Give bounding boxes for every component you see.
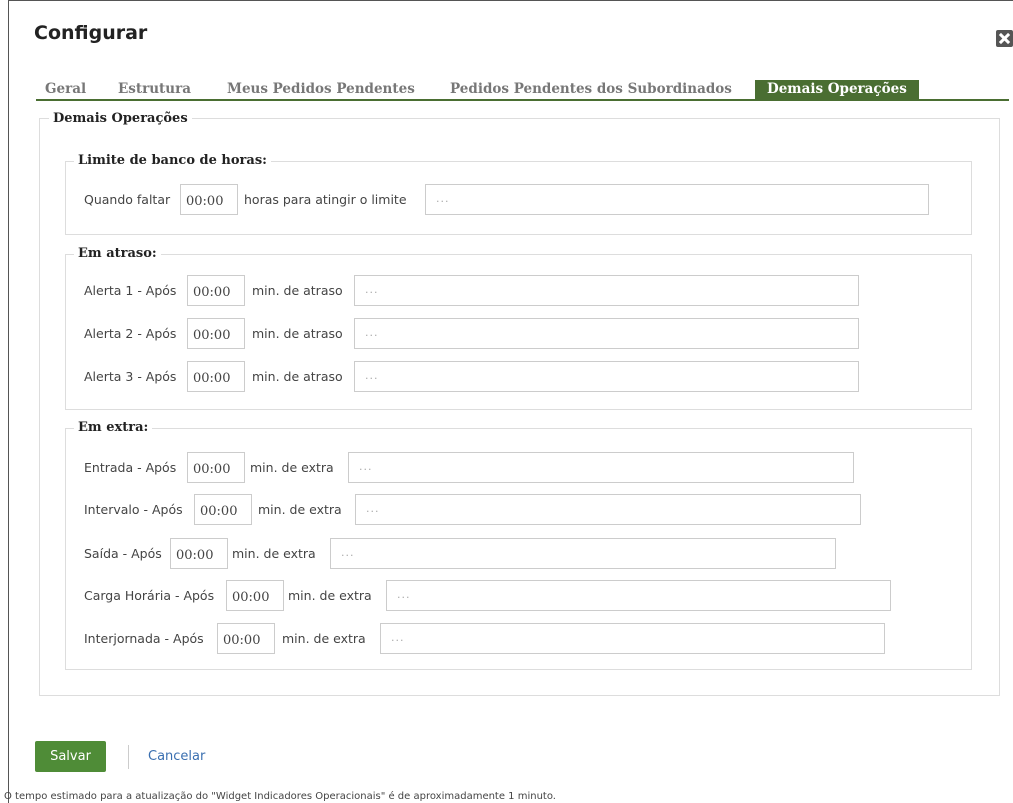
- demais-operacoes-legend: Demais Operações: [49, 111, 192, 126]
- extra-prefix-label: Intervalo - Após: [84, 502, 183, 517]
- extra-prefix-label: Interjornada - Após: [84, 631, 204, 646]
- extra-time-input[interactable]: 00:00: [187, 452, 245, 483]
- atraso-suffix-label: min. de atraso: [252, 369, 343, 384]
- extra-prefix-label: Saída - Após: [84, 546, 162, 561]
- banco-horas-suffix-label: horas para atingir o limite: [244, 192, 407, 207]
- atraso-prefix-label: Alerta 1 - Após: [84, 283, 177, 298]
- atraso-prefix-label: Alerta 3 - Após: [84, 369, 177, 384]
- extra-suffix-label: min. de extra: [282, 631, 366, 646]
- banco-horas-time-input[interactable]: 00:00: [180, 184, 238, 215]
- atraso-value-input[interactable]: ...: [354, 275, 859, 306]
- extra-time-input[interactable]: 00:00: [170, 538, 228, 569]
- extra-time-input[interactable]: 00:00: [217, 623, 275, 654]
- extra-value-input[interactable]: ...: [380, 623, 885, 654]
- tab-geral[interactable]: Geral: [45, 80, 86, 101]
- extra-suffix-label: min. de extra: [288, 588, 372, 603]
- banco-horas-legend: Limite de banco de horas:: [74, 153, 271, 168]
- extra-time-input[interactable]: 00:00: [226, 580, 284, 611]
- atraso-time-input[interactable]: 00:00: [187, 275, 245, 306]
- extra-value-input[interactable]: ...: [348, 452, 854, 483]
- extra-suffix-label: min. de extra: [258, 502, 342, 517]
- cancel-link[interactable]: Cancelar: [148, 749, 205, 764]
- atraso-value-input[interactable]: ...: [354, 318, 859, 349]
- extra-value-input[interactable]: ...: [386, 580, 891, 611]
- extra-prefix-label: Carga Horária - Após: [84, 588, 215, 603]
- atraso-suffix-label: min. de atraso: [252, 326, 343, 341]
- footnote: O tempo estimado para a atualização do "…: [4, 791, 556, 802]
- action-separator: [128, 745, 129, 769]
- tab-bar: Geral Estrutura Meus Pedidos Pendentes P…: [36, 80, 1009, 101]
- banco-horas-prefix-label: Quando faltar: [84, 192, 171, 207]
- atraso-time-input[interactable]: 00:00: [187, 318, 245, 349]
- extra-legend: Em extra:: [74, 420, 153, 435]
- extra-prefix-label: Entrada - Após: [84, 460, 177, 475]
- banco-horas-value-input[interactable]: ...: [425, 184, 929, 215]
- dialog-title: Configurar: [34, 22, 148, 44]
- extra-time-input[interactable]: 00:00: [194, 494, 252, 525]
- extra-suffix-label: min. de extra: [232, 546, 316, 561]
- save-button[interactable]: Salvar: [35, 741, 106, 772]
- atraso-value-input[interactable]: ...: [354, 361, 859, 392]
- tab-demais-operacoes[interactable]: Demais Operações: [755, 80, 919, 101]
- extra-value-input[interactable]: ...: [355, 494, 861, 525]
- tab-pedidos-pendentes-subordinados[interactable]: Pedidos Pendentes dos Subordinados: [450, 80, 732, 101]
- atraso-legend: Em atraso:: [74, 246, 161, 261]
- tab-estrutura[interactable]: Estrutura: [118, 80, 191, 101]
- extra-suffix-label: min. de extra: [250, 460, 334, 475]
- atraso-prefix-label: Alerta 2 - Após: [84, 326, 177, 341]
- close-icon[interactable]: [996, 30, 1013, 47]
- tab-meus-pedidos-pendentes[interactable]: Meus Pedidos Pendentes: [227, 80, 415, 101]
- atraso-time-input[interactable]: 00:00: [187, 361, 245, 392]
- extra-value-input[interactable]: ...: [330, 538, 836, 569]
- atraso-suffix-label: min. de atraso: [252, 283, 343, 298]
